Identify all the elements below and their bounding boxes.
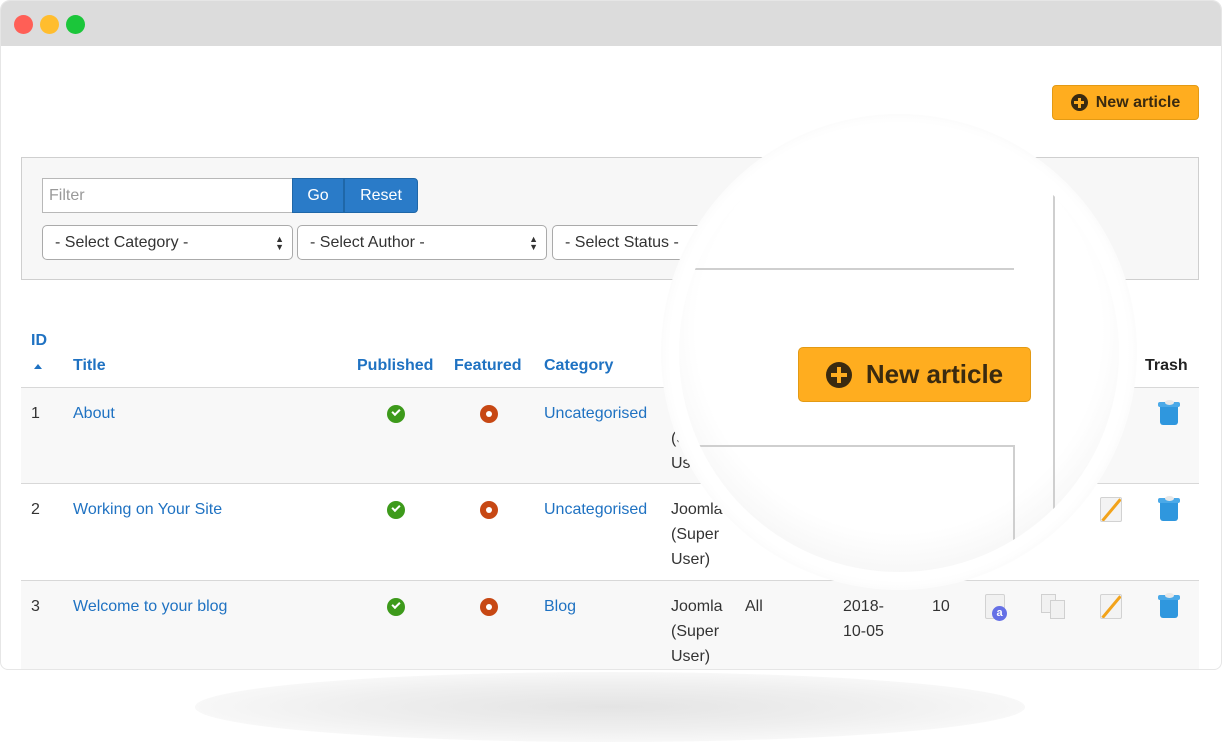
- column-header-featured[interactable]: Featured: [454, 357, 522, 375]
- row-title-link[interactable]: Welcome to your blog: [73, 594, 227, 619]
- published-check-icon[interactable]: [387, 598, 405, 616]
- unfeatured-icon[interactable]: [480, 598, 498, 616]
- magnified-view: New article: [679, 132, 1119, 572]
- column-header-id[interactable]: ID: [31, 332, 47, 350]
- row-title-link[interactable]: About: [73, 401, 115, 426]
- magnified-divider: [1013, 445, 1015, 572]
- row-author: Joomla (Super User): [671, 594, 733, 669]
- row-id: 2: [31, 501, 40, 518]
- author-line: (Super: [671, 526, 720, 543]
- magnified-new-article-label: New article: [865, 359, 1004, 389]
- column-header-title[interactable]: Title: [73, 357, 106, 375]
- row-title-link[interactable]: Working on Your Site: [73, 497, 222, 522]
- copy-icon[interactable]: [1041, 594, 1067, 620]
- close-window-button[interactable]: [14, 15, 33, 34]
- select-arrows-icon: ▲ ▼: [275, 233, 284, 252]
- category-select[interactable]: - Select Category - ▲ ▼: [42, 225, 293, 260]
- author-select[interactable]: - Select Author - ▲ ▼: [297, 225, 547, 260]
- row-category-link[interactable]: Uncategorised: [544, 497, 647, 522]
- author-line: (Super: [671, 623, 720, 640]
- author-line: User): [671, 551, 711, 568]
- magnified-divider: [679, 268, 1014, 270]
- published-check-icon[interactable]: [387, 501, 405, 519]
- category-select-value: - Select Category -: [55, 233, 189, 251]
- status-select-value: - Select Status -: [565, 233, 679, 251]
- select-arrows-icon: ▲ ▼: [529, 233, 538, 252]
- author-line: User): [671, 648, 711, 665]
- column-header-published[interactable]: Published: [357, 357, 433, 375]
- alias-document-icon[interactable]: a: [985, 594, 1007, 621]
- row-id: 1: [31, 405, 40, 422]
- table-row: 3 Welcome to your blog Blog Joomla (Supe…: [21, 581, 1199, 669]
- row-date: 2018- 10-05: [843, 594, 884, 644]
- row-access: All: [745, 598, 763, 615]
- unfeatured-icon[interactable]: [480, 405, 498, 423]
- author-line: Joomla: [671, 598, 723, 615]
- new-article-label: New article: [1095, 93, 1181, 111]
- reset-button[interactable]: Reset: [344, 178, 418, 213]
- plus-circle-icon: [825, 361, 852, 388]
- row-id: 3: [31, 598, 40, 615]
- magnified-divider: [1053, 194, 1055, 534]
- maximize-window-button[interactable]: [66, 15, 85, 34]
- new-article-button[interactable]: New article: [1052, 85, 1199, 120]
- row-category-link[interactable]: Blog: [544, 594, 576, 619]
- plus-circle-icon: [1070, 94, 1088, 111]
- date-line: 2018-: [843, 598, 884, 615]
- magnifier-lens: New article: [661, 114, 1137, 590]
- trash-icon[interactable]: [1158, 400, 1180, 426]
- edit-pencil-icon[interactable]: [1100, 497, 1122, 522]
- title-bar: [1, 1, 1221, 46]
- minimize-window-button[interactable]: [40, 15, 59, 34]
- unfeatured-icon[interactable]: [480, 501, 498, 519]
- edit-pencil-icon[interactable]: [1100, 594, 1122, 619]
- window-shadow: [195, 672, 1025, 742]
- published-check-icon[interactable]: [387, 405, 405, 423]
- column-header-trash: Trash: [1145, 357, 1188, 374]
- trash-icon[interactable]: [1158, 593, 1180, 619]
- go-button[interactable]: Go: [292, 178, 344, 213]
- date-line: 10-05: [843, 623, 884, 640]
- row-category-link[interactable]: Uncategorised: [544, 401, 647, 426]
- author-select-value: - Select Author -: [310, 233, 425, 251]
- trash-icon[interactable]: [1158, 496, 1180, 522]
- row-hits: 10: [932, 598, 950, 615]
- magnified-divider: [679, 445, 1014, 447]
- filter-input[interactable]: [42, 178, 293, 213]
- magnified-new-article-button[interactable]: New article: [798, 347, 1031, 402]
- sort-ascending-icon: [34, 364, 42, 369]
- column-header-category[interactable]: Category: [544, 357, 613, 375]
